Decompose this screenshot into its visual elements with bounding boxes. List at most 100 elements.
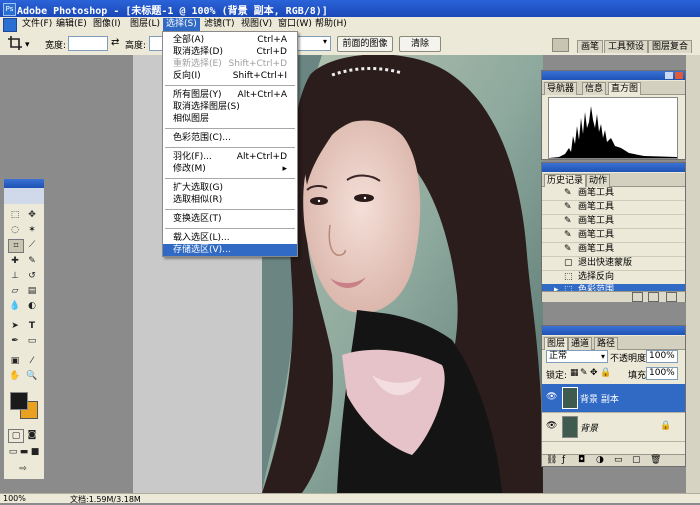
eyedropper-tool-icon[interactable]: ⁄ <box>25 355 39 367</box>
eraser-tool-icon[interactable]: ▱ <box>8 285 22 297</box>
layer-style-icon[interactable]: ƒ <box>562 455 565 465</box>
menu-item-deselect[interactable]: 取消选择(D) Ctrl+D <box>163 46 297 58</box>
menu-help[interactable]: 帮助(H) <box>312 18 350 31</box>
layer-row-background-copy[interactable]: 👁 背景 副本 <box>542 384 685 413</box>
pen-tool-icon[interactable]: ✒ <box>8 335 22 347</box>
panel-titlebar[interactable] <box>542 163 685 172</box>
palette-well-icon[interactable] <box>552 38 569 52</box>
palette-tab-layer-comps[interactable]: 图层复合 <box>648 40 693 53</box>
slice-tool-icon[interactable]: ⟋ <box>25 239 39 251</box>
delete-layer-icon[interactable]: 🗑 <box>650 455 661 465</box>
clear-button[interactable]: 清除 <box>399 36 441 52</box>
brush-tool-icon[interactable]: ✎ <box>25 255 39 267</box>
menu-item-modify[interactable]: 修改(M) ▸ <box>163 163 297 175</box>
menu-item-transform-selection[interactable]: 变换选区(T) <box>163 213 297 225</box>
screen-mode-black-icon[interactable]: ■ <box>28 446 42 458</box>
history-item[interactable]: ✎ 画笔工具 <box>542 201 685 215</box>
blur-tool-icon[interactable]: 💧 <box>8 300 22 312</box>
gradient-tool-icon[interactable]: ▤ <box>25 285 39 297</box>
document-size-info[interactable]: 文档:1.59M/3.18M <box>70 494 141 505</box>
resolution-unit-select[interactable]: ▾ <box>297 36 331 51</box>
menu-item-all-layers[interactable]: 所有图层(Y) Alt+Ctrl+A <box>163 89 297 101</box>
height-input[interactable] <box>149 36 163 51</box>
tab-navigator[interactable]: 导航器 <box>544 82 578 95</box>
new-layer-icon[interactable]: ▢ <box>632 455 641 465</box>
lock-all-icon[interactable]: 🔒 <box>600 368 611 378</box>
menu-filter[interactable]: 滤镜(T) <box>201 18 238 31</box>
tab-channels[interactable]: 通道 <box>568 337 593 350</box>
menu-item-grow[interactable]: 扩大选取(G) <box>163 182 297 194</box>
opacity-input[interactable]: 100% <box>646 350 678 363</box>
menu-layer[interactable]: 图层(L) <box>127 18 163 31</box>
menu-window[interactable]: 窗口(W) <box>275 18 315 31</box>
lock-pixels-icon[interactable]: ✎ <box>580 368 588 378</box>
type-tool-icon[interactable]: T <box>25 320 39 332</box>
notes-tool-icon[interactable]: ▣ <box>8 355 22 367</box>
shape-tool-icon[interactable]: ▭ <box>25 335 39 347</box>
menu-item-load-selection[interactable]: 载入选区(L)... <box>163 232 297 244</box>
lock-transparency-icon[interactable]: ▦ <box>570 368 579 378</box>
menu-item-color-range[interactable]: 色彩范围(C)... <box>163 132 297 144</box>
path-selection-icon[interactable]: ➤ <box>8 320 22 332</box>
layer-mask-icon[interactable]: ◘ <box>578 455 585 465</box>
blend-mode-select[interactable]: 正常 ▾ <box>546 350 608 363</box>
swap-dimensions-icon[interactable]: ⇄ <box>111 37 119 48</box>
lock-position-icon[interactable]: ✥ <box>590 368 598 378</box>
link-layers-icon[interactable]: ⛓ <box>546 455 557 465</box>
menu-file[interactable]: 文件(F) <box>19 18 55 31</box>
healing-brush-icon[interactable]: ✚ <box>8 255 22 267</box>
adjustment-layer-icon[interactable]: ◑ <box>596 455 604 465</box>
tab-paths[interactable]: 路径 <box>594 337 619 350</box>
tab-actions[interactable]: 动作 <box>586 174 611 187</box>
history-item[interactable]: ✎ 画笔工具 <box>542 215 685 229</box>
tab-histogram[interactable]: 直方图 <box>608 82 642 95</box>
tool-preset-dropdown-icon[interactable]: ▾ <box>25 40 30 50</box>
fill-input[interactable]: 100% <box>646 367 678 380</box>
photo-canvas[interactable] <box>262 55 543 493</box>
tab-layers[interactable]: 图层 <box>544 337 569 350</box>
menu-select[interactable]: 选择(S) <box>163 18 200 31</box>
standard-mode-icon[interactable]: ▢ <box>8 429 24 443</box>
marquee-tool-icon[interactable]: ⬚ <box>8 209 22 221</box>
photoshop-menu-icon[interactable] <box>3 18 17 32</box>
menu-item-similar[interactable]: 选取相似(R) <box>163 194 297 206</box>
new-group-icon[interactable]: ▭ <box>614 455 623 465</box>
panel-titlebar[interactable] <box>542 71 685 80</box>
history-item[interactable]: ✎ 画笔工具 <box>542 229 685 243</box>
jump-to-imageready-icon[interactable]: ⇨ <box>16 463 30 475</box>
visibility-eye-icon[interactable]: 👁 <box>546 421 557 431</box>
foreground-color-swatch[interactable] <box>10 392 28 410</box>
palette-tab-tool-presets[interactable]: 工具预设 <box>604 40 649 53</box>
tab-info[interactable]: 信息 <box>582 82 607 95</box>
history-brush-icon[interactable]: ↺ <box>25 270 39 282</box>
visibility-eye-icon[interactable]: 👁 <box>546 392 557 402</box>
history-item[interactable]: ✎ 画笔工具 <box>542 187 685 201</box>
history-item[interactable]: ⬚ 选择反向 <box>542 271 685 285</box>
menu-item-deselect-layers[interactable]: 取消选择图层(S) <box>163 101 297 113</box>
new-snapshot-icon[interactable] <box>648 292 659 302</box>
hand-tool-icon[interactable]: ✋ <box>8 370 22 382</box>
crop-tool-icon[interactable] <box>8 36 22 50</box>
menu-item-select-all[interactable]: 全部(A) Ctrl+A <box>163 34 297 46</box>
clone-stamp-icon[interactable]: ⊥ <box>8 270 22 282</box>
crop-tool-icon[interactable]: ⌗ <box>8 239 24 253</box>
menu-item-save-selection[interactable]: 存储选区(V)... <box>163 244 297 256</box>
zoom-tool-icon[interactable]: 🔍 <box>25 370 39 382</box>
width-input[interactable] <box>68 36 108 51</box>
menu-item-feather[interactable]: 羽化(F)... Alt+Ctrl+D <box>163 151 297 163</box>
delete-icon[interactable] <box>666 292 677 302</box>
panel-close-icon[interactable] <box>675 72 683 79</box>
panel-titlebar[interactable] <box>542 326 685 335</box>
history-item[interactable]: ✎ 画笔工具 <box>542 243 685 257</box>
panel-minimize-icon[interactable] <box>665 72 673 79</box>
move-tool-icon[interactable]: ✥ <box>25 209 39 221</box>
palette-tab-brushes[interactable]: 画笔 <box>577 40 604 53</box>
lasso-tool-icon[interactable]: ◌ <box>8 224 22 236</box>
menu-edit[interactable]: 编辑(E) <box>53 18 90 31</box>
dodge-tool-icon[interactable]: ◐ <box>25 300 39 312</box>
magic-wand-tool-icon[interactable]: ✶ <box>25 224 39 236</box>
history-item[interactable]: ▢ 退出快速蒙版 <box>542 257 685 271</box>
menu-image[interactable]: 图像(I) <box>90 18 124 31</box>
menu-item-similar-layers[interactable]: 相似图层 <box>163 113 297 125</box>
menu-item-inverse[interactable]: 反向(I) Shift+Ctrl+I <box>163 70 297 82</box>
